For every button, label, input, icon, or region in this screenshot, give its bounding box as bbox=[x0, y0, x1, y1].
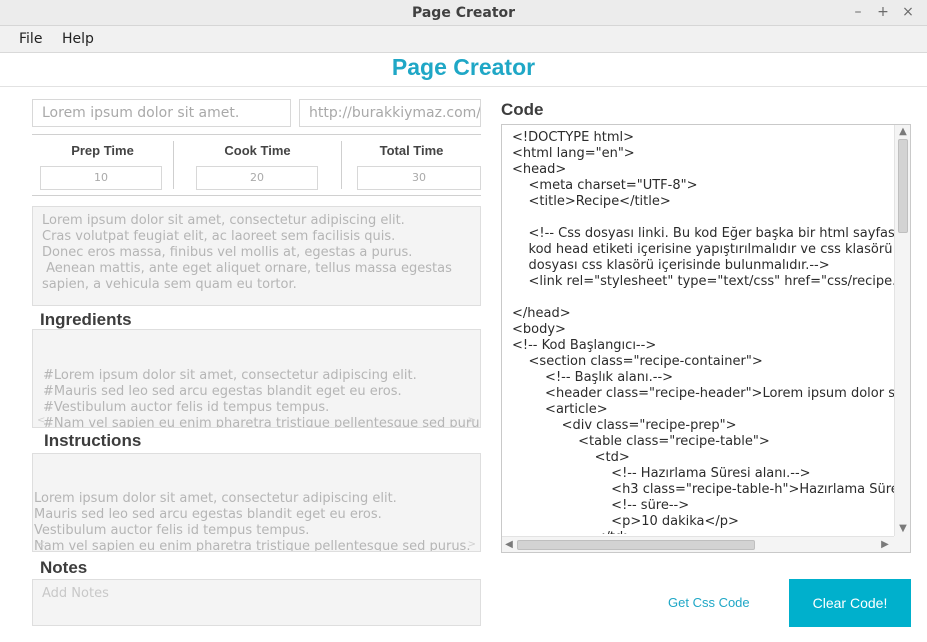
cook-time-group: Cook Time 20 bbox=[174, 135, 341, 195]
scroll-left-icon[interactable]: < bbox=[37, 537, 45, 551]
maximize-icon[interactable]: + bbox=[874, 3, 892, 21]
window-title: Page Creator bbox=[411, 5, 516, 21]
total-time-group: Total Time 30 bbox=[342, 135, 481, 195]
scroll-left-icon[interactable]: < bbox=[37, 413, 45, 427]
code-output[interactable]: <!DOCTYPE html> <html lang="en"> <head> … bbox=[501, 124, 911, 553]
description-textarea[interactable]: Lorem ipsum dolor sit amet, consectetur … bbox=[32, 206, 481, 306]
menu-file[interactable]: File bbox=[19, 31, 42, 47]
recipe-title-input[interactable]: Lorem ipsum dolor sit amet. bbox=[32, 99, 291, 127]
scroll-left-icon[interactable]: ◀ bbox=[502, 538, 516, 552]
ingredients-scrollbar[interactable]: < > bbox=[35, 414, 478, 426]
url-input[interactable]: http://burakkiymaz.com/i bbox=[299, 99, 481, 127]
cook-time-input[interactable]: 20 bbox=[196, 166, 318, 190]
scroll-up-icon[interactable]: ▲ bbox=[896, 125, 910, 139]
code-text[interactable]: <!DOCTYPE html> <html lang="en"> <head> … bbox=[512, 130, 896, 534]
scroll-down-icon[interactable]: ▼ bbox=[896, 522, 910, 536]
clear-code-button[interactable]: Clear Code! bbox=[789, 579, 911, 627]
horizontal-scroll-thumb[interactable] bbox=[517, 540, 755, 550]
scroll-right-icon[interactable]: > bbox=[468, 413, 476, 427]
code-horizontal-scrollbar[interactable]: ◀ ▶ bbox=[502, 536, 894, 552]
code-label: Code bbox=[501, 100, 544, 119]
scrollbar-corner bbox=[894, 536, 910, 552]
instructions-scrollbar[interactable]: < > bbox=[35, 538, 478, 550]
menu-help[interactable]: Help bbox=[62, 31, 94, 47]
page-title: Page Creator bbox=[391, 54, 536, 80]
menu-bar: File Help bbox=[0, 26, 927, 53]
get-css-code-button[interactable]: Get Css Code bbox=[668, 595, 750, 610]
ingredients-label: Ingredients bbox=[40, 310, 132, 329]
time-section: Prep Time 10 Cook Time 20 Total Time 30 bbox=[32, 134, 481, 196]
instructions-label: Instructions bbox=[44, 431, 142, 450]
cook-time-label: Cook Time bbox=[224, 143, 291, 158]
vertical-scroll-thumb[interactable] bbox=[898, 139, 908, 233]
header-divider bbox=[0, 86, 927, 87]
instructions-textarea[interactable]: Lorem ipsum dolor sit amet, consectetur … bbox=[32, 453, 481, 552]
total-time-label: Total Time bbox=[379, 143, 444, 158]
prep-time-label: Prep Time bbox=[71, 143, 134, 158]
prep-time-group: Prep Time 10 bbox=[32, 135, 173, 195]
code-vertical-scrollbar[interactable]: ▲ ▼ bbox=[894, 125, 910, 536]
scroll-right-icon[interactable]: > bbox=[468, 537, 476, 551]
prep-time-input[interactable]: 10 bbox=[40, 166, 162, 190]
close-icon[interactable]: × bbox=[899, 3, 917, 21]
total-time-input[interactable]: 30 bbox=[357, 166, 481, 190]
scroll-right-icon[interactable]: ▶ bbox=[878, 538, 892, 552]
ingredients-textarea[interactable]: #Lorem ipsum dolor sit amet, consectetur… bbox=[32, 329, 481, 428]
notes-textarea[interactable]: Add Notes bbox=[32, 579, 481, 626]
window-titlebar: Page Creator – + × bbox=[0, 0, 927, 26]
notes-label: Notes bbox=[40, 558, 88, 577]
minimize-icon[interactable]: – bbox=[849, 3, 867, 21]
